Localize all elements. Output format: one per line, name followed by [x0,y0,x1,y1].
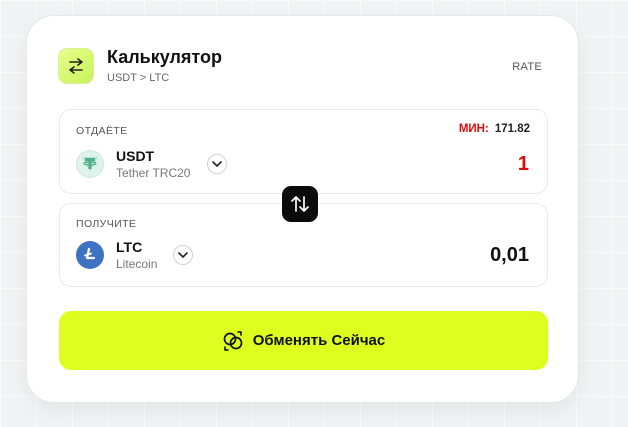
pair-subtitle: USDT > LTC [107,72,170,84]
rate-link[interactable]: RATE [512,61,542,73]
give-ticker: USDT [116,148,155,164]
receive-label: ПОЛУЧИТЕ [76,218,137,230]
min-label: МИН: [458,123,489,135]
litecoin-icon [76,241,104,269]
receive-currency-dropdown[interactable] [173,245,193,265]
give-panel: ОТДАЁТЕ МИН: 171.82 USDT Tether TRC20 1 [59,109,548,194]
receive-ticker: LTC [116,239,143,255]
calculator-card: Калькулятор USDT > LTC RATE ОТДАЁТЕ МИН:… [26,15,579,403]
chevron-down-icon [178,252,188,258]
page-title: Калькулятор [107,47,223,67]
exchange-now-button[interactable]: Обменять Сейчас [59,311,548,370]
swap-currencies-button[interactable] [282,186,318,222]
receive-amount: 0,01 [490,244,529,266]
min-value: 171.82 [494,123,530,135]
give-currency-dropdown[interactable] [207,154,227,174]
give-amount-input[interactable]: 1 [518,153,529,176]
give-network: Tether TRC20 [116,166,191,180]
tether-icon [76,150,104,178]
swap-arrows-icon [58,48,94,84]
exchange-rings-icon [223,330,243,351]
min-amount: МИН: 171.82 [459,123,530,135]
give-label: ОТДАЁТЕ [76,125,128,137]
receive-network: Litecoin [116,257,158,271]
swap-vertical-icon [291,196,309,212]
chevron-down-icon [212,161,222,167]
exchange-now-label: Обменять Сейчас [252,332,386,349]
